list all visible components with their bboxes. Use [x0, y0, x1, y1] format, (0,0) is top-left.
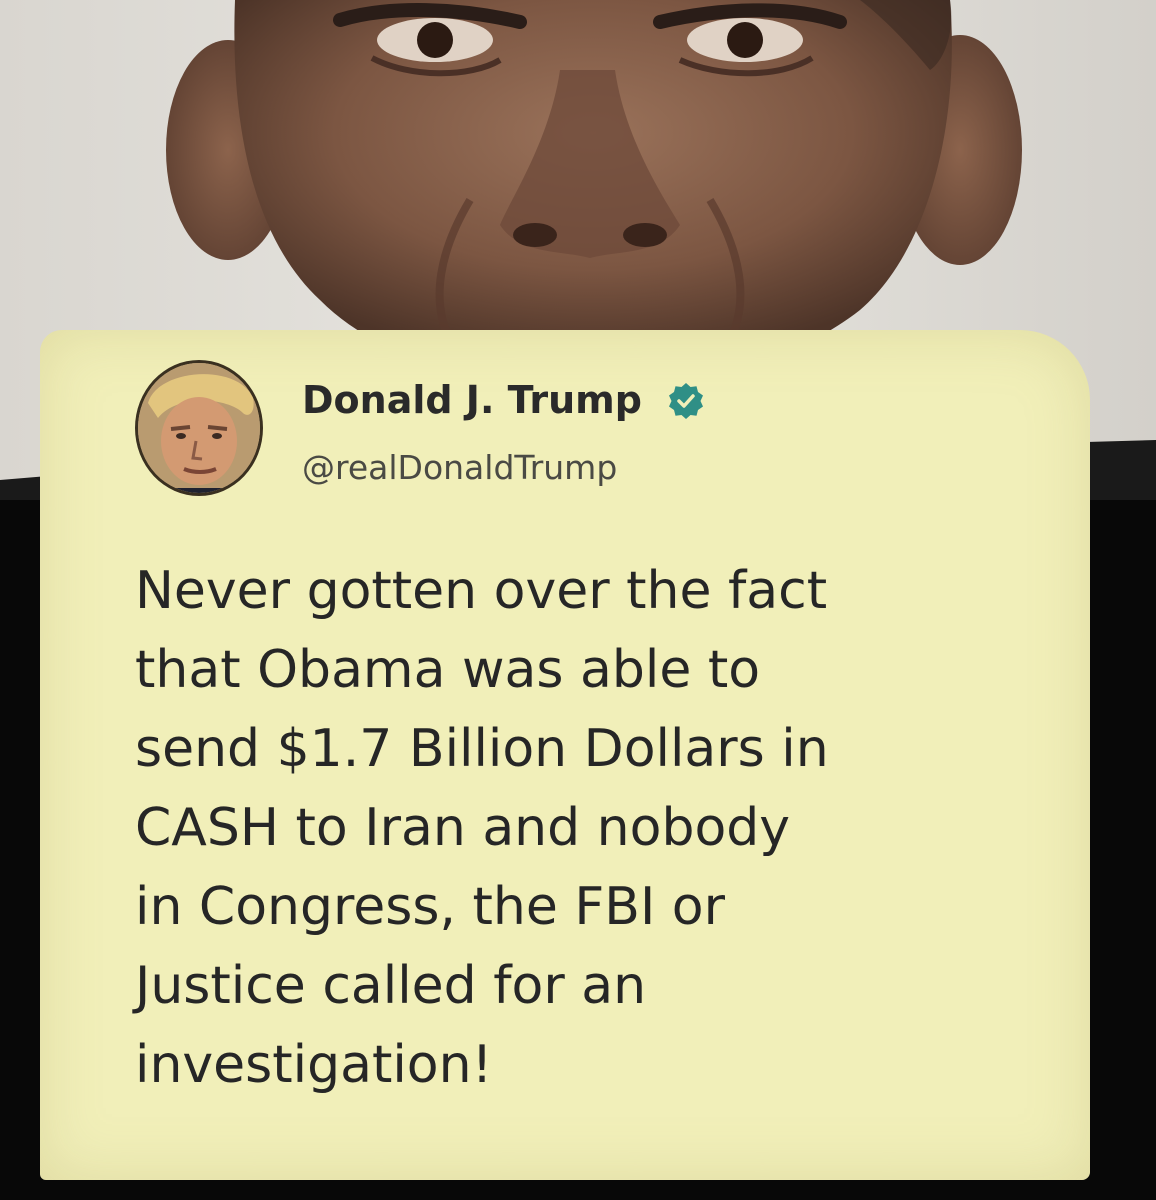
user-handle[interactable]: @realDonaldTrump [302, 448, 617, 487]
verified-badge-icon [668, 383, 704, 419]
display-name[interactable]: Donald J. Trump [302, 378, 642, 422]
profile-avatar[interactable] [135, 360, 263, 496]
tweet-text: Never gotten over the fact that Obama wa… [135, 561, 829, 1095]
tweet-card: Donald J. Trump @realDonaldTrump Never g… [40, 330, 1090, 1180]
meme-image: Donald J. Trump @realDonaldTrump Never g… [0, 0, 1156, 1200]
